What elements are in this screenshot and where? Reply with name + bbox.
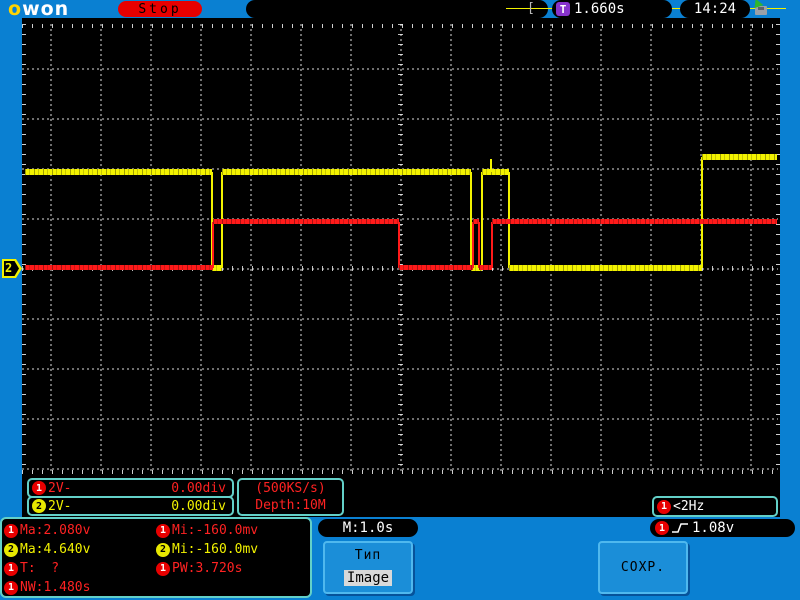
memory-depth: Depth:10M (255, 498, 326, 513)
measurement-ch1-max: 1 Ma:2.080v (4, 523, 156, 538)
window-left-bracket-icon: [ (527, 1, 535, 16)
channel2-info-box: 2 2V- 0.00div (27, 496, 234, 516)
ch1-badge: 1 (4, 523, 18, 538)
measurement-ch1-period: 1 T: ? (4, 561, 156, 576)
usb-save-icon[interactable] (750, 0, 768, 16)
measurement-ch2-min: 2 Mi:-160.0mv (156, 542, 308, 557)
channel1-info-box: 1 2V- 0.00div (27, 478, 234, 498)
measurement-text: Mi:-160.0mv (172, 523, 259, 538)
channel2-position-marker[interactable]: 2 (2, 259, 22, 278)
channel2-marker-label: 2 (5, 261, 13, 275)
oscilloscope-screen: { "colors": { "background_blue": "#0a80d… (0, 0, 800, 600)
run-state-badge: Stop (118, 1, 202, 17)
measurement-ch2-max: 2 Ma:4.640v (4, 542, 156, 557)
menu-button-type[interactable]: Тип Image (323, 541, 413, 594)
measurement-text: Ma:2.080v (20, 523, 91, 538)
measurement-ch1-min: 1 Mi:-160.0mv (156, 523, 308, 538)
logo-o: o (8, 0, 23, 20)
channel1-position: 0.00div (171, 480, 226, 496)
trigger-level-value: 1.08v (692, 520, 735, 536)
trigger-time-value: 1.660s (574, 1, 625, 17)
measurement-text: T: ? (20, 561, 60, 576)
type-button-title: Тип (354, 548, 382, 563)
rising-edge-icon (672, 523, 688, 533)
graticule-left-ticks (22, 24, 26, 474)
measurement-row: 1 NW:1.480s (4, 578, 310, 597)
measurement-text: NW:1.480s (20, 580, 91, 595)
logo-won: won (22, 0, 70, 20)
measurement-text: Ma:4.640v (20, 542, 91, 557)
channel2-position: 0.00div (171, 498, 226, 514)
channel2-badge: 2 (32, 499, 46, 513)
trigger-t-icon: T (556, 2, 570, 16)
timebase-readout: M:1.0s (318, 519, 418, 537)
measurement-row: 2 Ma:4.640v 2 Mi:-160.0mv (4, 540, 310, 559)
clock-value: 14:24 (693, 1, 737, 17)
graticule-center-vertical (398, 24, 403, 474)
timebase-value: M:1.0s (342, 520, 394, 536)
trigger-channel-badge: 1 (655, 521, 669, 535)
freq-value: <2Hz (673, 499, 705, 514)
graticule-right-ticks (776, 24, 780, 474)
trigger-time-readout: T 1.660s (552, 0, 672, 18)
save-button-label: СОХР. (620, 559, 666, 575)
sample-rate: (500KS/s) (255, 481, 326, 496)
measurement-text: PW:3.720s (172, 561, 243, 576)
measurement-ch1-negwidth: 1 NW:1.480s (4, 580, 156, 595)
channel2-scale: 2V- (48, 498, 72, 514)
measurements-panel: 1 Ma:2.080v 1 Mi:-160.0mv 2 Ma:4.640v 2 Mi:-… (0, 517, 312, 598)
memory-position-bar: [ ] T (246, 0, 786, 18)
frequency-counter-box: 1 <2Hz (652, 496, 778, 517)
ch1-badge: 1 (4, 561, 18, 576)
ch1-badge: 1 (156, 561, 170, 576)
owon-logo: owon (8, 0, 69, 20)
ch2-badge: 2 (156, 542, 170, 557)
clock-readout: 14:24 (680, 0, 750, 18)
trigger-level-readout: 1 1.08v (650, 519, 795, 537)
measurement-row: 1 T: ? 1 PW:3.720s (4, 559, 310, 578)
ch1-badge: 1 (156, 523, 170, 538)
measurement-row: 1 Ma:2.080v 1 Mi:-160.0mv (4, 521, 310, 540)
measurement-ch1-pulsewidth: 1 PW:3.720s (156, 561, 308, 576)
channel1-scale: 2V- (48, 480, 72, 496)
acquisition-info-box: (500KS/s) Depth:10M (237, 478, 344, 516)
freq-channel-badge: 1 (657, 499, 671, 514)
channel1-badge: 1 (32, 481, 46, 495)
measurement-text: Mi:-160.0mv (172, 542, 259, 557)
type-button-value: Image (343, 570, 393, 586)
ch2-badge: 2 (4, 542, 18, 557)
ch1-badge: 1 (4, 580, 18, 595)
run-state-label: Stop (138, 1, 182, 17)
menu-button-save[interactable]: СОХР. (598, 541, 688, 594)
